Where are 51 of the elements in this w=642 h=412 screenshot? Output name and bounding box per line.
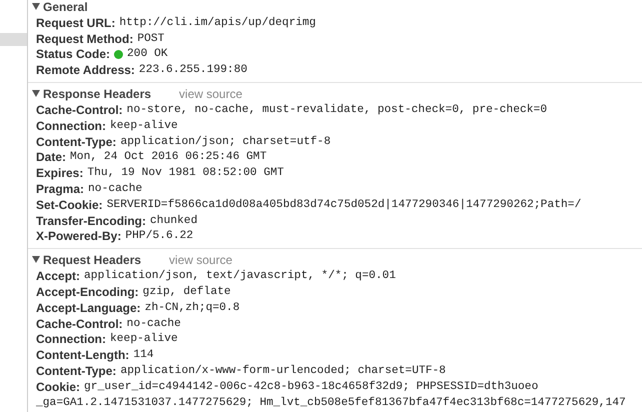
view-source-link[interactable]: view source (179, 86, 242, 101)
header-value: SERVERID=f5866ca1d0d08a405bd83d74c75d052d|1477290346|1477290262;Path=/ (106, 198, 582, 211)
section-title[interactable]: Response Headers (43, 86, 152, 101)
header-value: no-cache (88, 183, 142, 196)
header-value: chunked (150, 214, 198, 227)
header-name: Status Code: (36, 47, 110, 62)
header-value: http://cli.im/apis/up/deqrimg (119, 16, 316, 29)
header-value: gr_user_id=c4944142-006c-42c8-b963-18c4658f32d9; PHPSESSID=dth3uoeo (84, 380, 538, 393)
header-value: no-cache (126, 318, 181, 330)
header-name: Accept-Language: (36, 300, 141, 315)
header-name: Cache-Control: (36, 316, 123, 331)
header-value: 223.6.255.199:80 (138, 64, 248, 76)
header-value: keep-alive (110, 333, 178, 346)
header-value: no-store, no-cache, must-revalidate, post-check=0, pre-check=0 (126, 104, 547, 116)
header-name: Accept: (36, 269, 80, 284)
header-name: Cookie: (36, 380, 80, 394)
header-name: Content-Length: (36, 348, 130, 362)
header-name: Request URL: (36, 16, 116, 30)
view-source-link[interactable]: view source (169, 252, 232, 267)
header-name: Remote Address: (36, 63, 135, 78)
header-name: X-Powered-By: (36, 229, 122, 244)
header-value: zh-CN,zh;q=0.8 (144, 302, 240, 314)
header-value: application/x-www-form-urlencoded; charset=UTF-8 (120, 365, 446, 378)
header-value: PHP/5.6.22 (125, 230, 194, 242)
header-name: Cache-Control: (36, 103, 123, 118)
header-name: Accept-Encoding: (36, 285, 139, 300)
expanded-triangle-icon[interactable] (32, 90, 40, 98)
header-value: POST (137, 32, 164, 45)
header-name: Connection: (36, 332, 106, 346)
header-name: Connection: (36, 118, 106, 133)
expanded-triangle-icon[interactable] (32, 3, 40, 10)
header-name: Content-Type: (36, 364, 116, 378)
expanded-triangle-icon[interactable] (32, 256, 40, 264)
section-title[interactable]: Request Headers (43, 252, 142, 267)
header-value: 200 OK (127, 48, 168, 60)
header-value: application/json, text/javascript, */*; q=0.01 (84, 270, 396, 282)
header-value: application/json; charset=utf-8 (120, 136, 331, 148)
header-name: Set-Cookie: (36, 198, 103, 212)
section-title[interactable]: General (43, 0, 88, 14)
header-name: Pragma: (36, 182, 84, 196)
header-value: gzip, deflate (142, 286, 231, 298)
header-name: Expires: (36, 166, 84, 180)
header-value: 114 (133, 349, 154, 362)
header-name: Transfer-Encoding: (36, 214, 146, 228)
header-value: Mon, 24 Oct 2016 06:25:46 GMT (70, 151, 267, 164)
header-name: Content-Type: (36, 134, 116, 149)
header-value: Thu, 19 Nov 1981 08:52:00 GMT (87, 167, 284, 180)
header-name: Date: (36, 150, 66, 164)
header-name: Request Method: (36, 32, 134, 46)
header-value: _ga=GA1.2.1471531037.1477275629; Hm_lvt_cb508e5fef81367bfa47f4ec313bf68c=1477275629,147 (36, 396, 626, 409)
header-value: keep-alive (110, 120, 178, 132)
